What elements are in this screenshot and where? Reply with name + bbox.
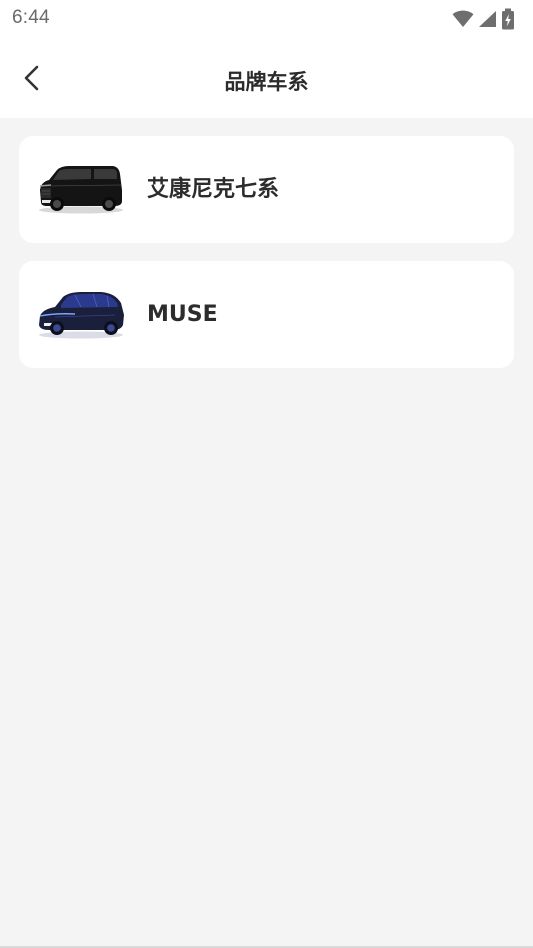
status-icons — [452, 8, 515, 30]
series-card-muse[interactable]: MUSE — [19, 261, 514, 368]
battery-charging-icon — [501, 8, 515, 30]
wifi-icon — [452, 10, 474, 28]
status-time: 6:44 — [12, 7, 50, 28]
series-card-icona-7[interactable]: 艾康尼克七系 — [19, 136, 514, 243]
blue-concept-car-image — [35, 283, 127, 341]
series-name: MUSE — [147, 302, 218, 327]
black-mpv-car-image — [35, 158, 127, 216]
series-name: 艾康尼克七系 — [147, 177, 280, 202]
status-bar: 6:44 — [0, 0, 533, 38]
cell-signal-icon — [478, 10, 497, 28]
page-title: 品牌车系 — [224, 70, 309, 94]
navigation-bar: 品牌车系 — [0, 38, 533, 118]
series-list: 艾康尼克七系 MUSE — [0, 118, 533, 948]
